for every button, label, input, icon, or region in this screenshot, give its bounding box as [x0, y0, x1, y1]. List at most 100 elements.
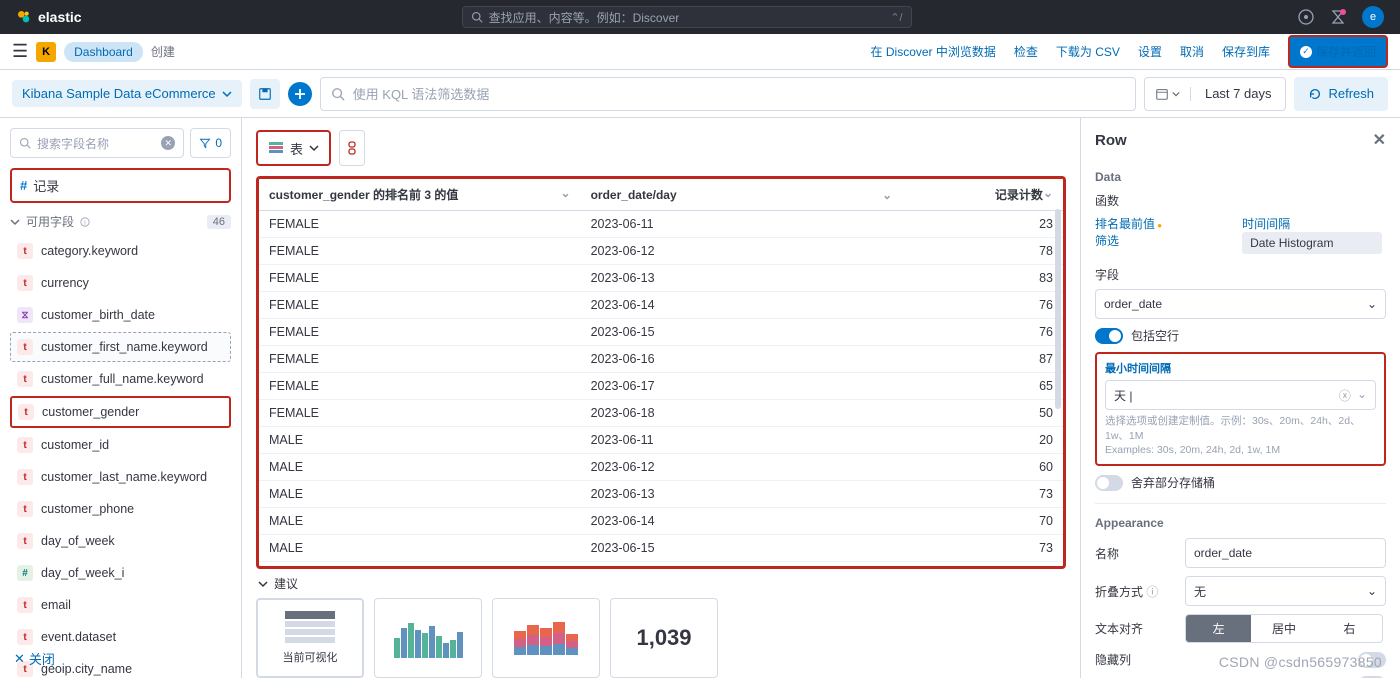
- align-right[interactable]: 右: [1317, 615, 1382, 642]
- field-item[interactable]: tday_of_week: [10, 526, 231, 556]
- field-item[interactable]: tcustomer_last_name.keyword: [10, 462, 231, 492]
- min-interval-input[interactable]: 天 | ⓧ ⌄: [1105, 380, 1376, 410]
- table-row[interactable]: MALE2023-06-1470: [259, 508, 1063, 535]
- table-cell: 2023-06-12: [581, 454, 903, 481]
- action-save-library[interactable]: 保存到库: [1222, 43, 1270, 60]
- field-item[interactable]: tcustomer_full_name.keyword: [10, 364, 231, 394]
- chevron-down-icon: [222, 89, 232, 99]
- vis-type-selector[interactable]: 表: [256, 130, 331, 166]
- field-item[interactable]: ⧖customer_birth_date: [10, 300, 231, 330]
- field-count-badge: 46: [207, 215, 231, 229]
- save-query-button[interactable]: [250, 79, 280, 109]
- field-name: email: [41, 598, 71, 612]
- refresh-button[interactable]: Refresh: [1294, 77, 1388, 111]
- suggestion-metric[interactable]: 1,039: [610, 598, 718, 678]
- table-row[interactable]: FEMALE2023-06-1476: [259, 292, 1063, 319]
- align-left[interactable]: 左: [1186, 615, 1251, 642]
- kibana-badge[interactable]: K: [36, 42, 56, 62]
- close-panel-button[interactable]: ✕ 关闭: [14, 649, 55, 668]
- user-avatar[interactable]: e: [1362, 6, 1384, 28]
- breadcrumb-dashboard[interactable]: Dashboard: [64, 42, 143, 62]
- table-row[interactable]: FEMALE2023-06-1687: [259, 346, 1063, 373]
- clear-icon[interactable]: ⓧ: [1339, 387, 1351, 404]
- action-inspect[interactable]: 检查: [1014, 43, 1038, 60]
- svg-text:i: i: [84, 219, 86, 226]
- field-filter-button[interactable]: 0: [190, 128, 231, 158]
- table-row[interactable]: FEMALE2023-06-1123: [259, 211, 1063, 238]
- table-row[interactable]: FEMALE2023-06-1765: [259, 373, 1063, 400]
- field-search-input[interactable]: 搜索字段名称 ✕: [10, 128, 184, 158]
- suggestions-header[interactable]: 建议: [256, 569, 1066, 598]
- func-rank-top[interactable]: 排名最前值: [1095, 215, 1162, 232]
- table-row[interactable]: MALE2023-06-1260: [259, 454, 1063, 481]
- discard-partial-toggle[interactable]: [1095, 475, 1123, 491]
- info-icon: i: [80, 217, 90, 227]
- table-row[interactable]: MALE2023-06-1676: [259, 562, 1063, 570]
- field-item[interactable]: tevent.dataset: [10, 622, 231, 652]
- main-area: 搜索字段名称 ✕ 0 # 记录 可用字段 i 46 tcategory.keyw…: [0, 118, 1400, 678]
- action-download-csv[interactable]: 下载为 CSV: [1056, 43, 1120, 60]
- save-and-return-button[interactable]: ✓ 保存并返回: [1288, 35, 1388, 68]
- table-cell: 78: [902, 238, 1063, 265]
- nav-toggle-icon[interactable]: ☰: [12, 41, 28, 62]
- field-name: customer_last_name.keyword: [41, 470, 207, 484]
- function-label: 函数: [1095, 192, 1386, 209]
- action-discover[interactable]: 在 Discover 中浏览数据: [871, 43, 996, 60]
- scrollbar[interactable]: [1055, 209, 1061, 409]
- global-search[interactable]: 查找应用、内容等。例如：Discover ⌃/: [462, 6, 912, 28]
- table-row[interactable]: MALE2023-06-1573: [259, 535, 1063, 562]
- table-row[interactable]: MALE2023-06-1373: [259, 481, 1063, 508]
- table-row[interactable]: FEMALE2023-06-1850: [259, 400, 1063, 427]
- brand-logo[interactable]: elastic: [16, 9, 82, 25]
- field-item[interactable]: tcategory.keyword: [10, 236, 231, 266]
- col-header-gender[interactable]: customer_gender 的排名前 3 的值⌄: [259, 179, 581, 211]
- date-range-text[interactable]: Last 7 days: [1191, 86, 1286, 101]
- table-row[interactable]: FEMALE2023-06-1278: [259, 238, 1063, 265]
- name-input[interactable]: order_date: [1185, 538, 1386, 568]
- func-time-interval[interactable]: 时间间隔: [1242, 215, 1382, 232]
- field-item[interactable]: tcustomer_id: [10, 430, 231, 460]
- field-item[interactable]: tcurrency: [10, 268, 231, 298]
- field-item[interactable]: temail: [10, 590, 231, 620]
- field-select[interactable]: order_date ⌄: [1095, 289, 1386, 319]
- date-picker[interactable]: Last 7 days: [1144, 77, 1287, 111]
- suggestion-bar[interactable]: [374, 598, 482, 678]
- collapse-select[interactable]: 无⌄: [1185, 576, 1386, 606]
- available-fields-header[interactable]: 可用字段 i 46: [0, 207, 241, 236]
- appearance-section-title: Appearance: [1095, 516, 1386, 530]
- table-cell: 76: [902, 319, 1063, 346]
- action-cancel[interactable]: 取消: [1180, 43, 1204, 60]
- field-item[interactable]: #day_of_week_i: [10, 558, 231, 588]
- text-align-group: 左 居中 右: [1185, 614, 1383, 643]
- field-label: 字段: [1095, 266, 1386, 283]
- workspace: 表 customer_gender 的排名前 3 的值⌄ order_date/…: [242, 118, 1080, 678]
- add-filter-button[interactable]: [288, 82, 312, 106]
- field-item[interactable]: tcustomer_gender: [10, 396, 231, 428]
- func-filter[interactable]: 筛选: [1095, 232, 1162, 249]
- help-icon[interactable]: [1330, 9, 1346, 25]
- field-item[interactable]: tcustomer_phone: [10, 494, 231, 524]
- min-interval-section: 最小时间间隔 天 | ⓧ ⌄ 选择选项或创建定制值。示例：30s、20m、24h…: [1095, 352, 1386, 466]
- suggestion-current[interactable]: 当前可视化: [256, 598, 364, 678]
- table-row[interactable]: FEMALE2023-06-1576: [259, 319, 1063, 346]
- action-settings[interactable]: 设置: [1138, 43, 1162, 60]
- col-header-count[interactable]: 记录计数⌄: [902, 179, 1063, 211]
- clear-icon[interactable]: ✕: [161, 136, 175, 150]
- align-center[interactable]: 居中: [1251, 615, 1316, 642]
- table-row[interactable]: FEMALE2023-06-1383: [259, 265, 1063, 292]
- table-cell: FEMALE: [259, 400, 581, 427]
- col-header-date[interactable]: order_date/day⌄: [581, 179, 903, 211]
- calendar-icon[interactable]: [1145, 87, 1191, 101]
- kql-input[interactable]: 使用 KQL 语法筛选数据: [320, 77, 1136, 111]
- dataview-selector[interactable]: Kibana Sample Data eCommerce: [12, 80, 242, 107]
- link-button[interactable]: [339, 130, 365, 166]
- field-item[interactable]: tcustomer_first_name.keyword: [10, 332, 231, 362]
- table-cell: 73: [902, 481, 1063, 508]
- newsfeed-icon[interactable]: [1298, 9, 1314, 25]
- close-icon[interactable]: ✕: [1373, 130, 1386, 150]
- records-field[interactable]: # 记录: [10, 168, 231, 203]
- table-row[interactable]: MALE2023-06-1120: [259, 427, 1063, 454]
- text-token-icon: t: [17, 243, 33, 259]
- suggestion-stacked[interactable]: [492, 598, 600, 678]
- include-empty-toggle[interactable]: [1095, 328, 1123, 344]
